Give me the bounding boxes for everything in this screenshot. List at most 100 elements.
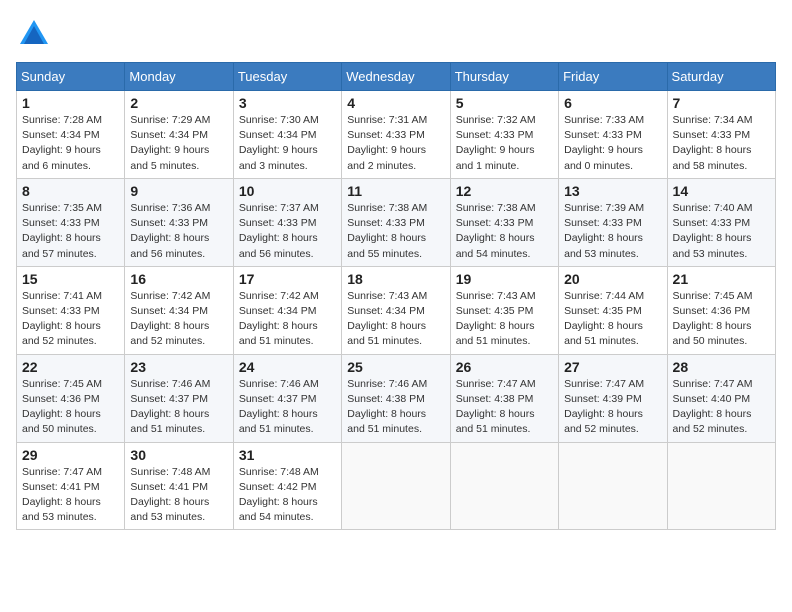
calendar-header-row: SundayMondayTuesdayWednesdayThursdayFrid… [17, 63, 776, 91]
day-number: 10 [239, 183, 336, 199]
calendar-cell: 24 Sunrise: 7:46 AMSunset: 4:37 PMDayligh… [233, 354, 341, 442]
page-container: SundayMondayTuesdayWednesdayThursdayFrid… [0, 0, 792, 540]
calendar-cell: 3 Sunrise: 7:30 AMSunset: 4:34 PMDaylight… [233, 91, 341, 179]
day-number: 14 [673, 183, 770, 199]
calendar-header-monday: Monday [125, 63, 233, 91]
calendar-table: SundayMondayTuesdayWednesdayThursdayFrid… [16, 62, 776, 530]
calendar-cell: 7 Sunrise: 7:34 AMSunset: 4:33 PMDaylight… [667, 91, 775, 179]
calendar-cell: 2 Sunrise: 7:29 AMSunset: 4:34 PMDaylight… [125, 91, 233, 179]
day-detail: Sunrise: 7:48 AMSunset: 4:41 PMDaylight:… [130, 465, 227, 526]
header [16, 16, 776, 52]
day-detail: Sunrise: 7:44 AMSunset: 4:35 PMDaylight:… [564, 289, 661, 350]
calendar-cell: 29 Sunrise: 7:47 AMSunset: 4:41 PMDayligh… [17, 442, 125, 530]
calendar-cell: 23 Sunrise: 7:46 AMSunset: 4:37 PMDayligh… [125, 354, 233, 442]
day-number: 1 [22, 95, 119, 111]
day-number: 28 [673, 359, 770, 375]
day-detail: Sunrise: 7:47 AMSunset: 4:41 PMDaylight:… [22, 465, 119, 526]
day-detail: Sunrise: 7:42 AMSunset: 4:34 PMDaylight:… [239, 289, 336, 350]
calendar-cell: 14 Sunrise: 7:40 AMSunset: 4:33 PMDayligh… [667, 178, 775, 266]
calendar-cell: 22 Sunrise: 7:45 AMSunset: 4:36 PMDayligh… [17, 354, 125, 442]
day-detail: Sunrise: 7:36 AMSunset: 4:33 PMDaylight:… [130, 201, 227, 262]
day-detail: Sunrise: 7:43 AMSunset: 4:34 PMDaylight:… [347, 289, 444, 350]
calendar-header-sunday: Sunday [17, 63, 125, 91]
calendar-header-thursday: Thursday [450, 63, 558, 91]
day-number: 8 [22, 183, 119, 199]
day-number: 24 [239, 359, 336, 375]
day-detail: Sunrise: 7:29 AMSunset: 4:34 PMDaylight:… [130, 113, 227, 174]
day-detail: Sunrise: 7:40 AMSunset: 4:33 PMDaylight:… [673, 201, 770, 262]
day-detail: Sunrise: 7:42 AMSunset: 4:34 PMDaylight:… [130, 289, 227, 350]
calendar-cell: 17 Sunrise: 7:42 AMSunset: 4:34 PMDayligh… [233, 266, 341, 354]
day-number: 27 [564, 359, 661, 375]
day-number: 7 [673, 95, 770, 111]
calendar-header-wednesday: Wednesday [342, 63, 450, 91]
calendar-cell [450, 442, 558, 530]
calendar-cell: 27 Sunrise: 7:47 AMSunset: 4:39 PMDayligh… [559, 354, 667, 442]
day-detail: Sunrise: 7:45 AMSunset: 4:36 PMDaylight:… [673, 289, 770, 350]
day-number: 5 [456, 95, 553, 111]
day-number: 15 [22, 271, 119, 287]
calendar-cell: 1 Sunrise: 7:28 AMSunset: 4:34 PMDaylight… [17, 91, 125, 179]
logo-icon [16, 16, 52, 52]
calendar-cell: 18 Sunrise: 7:43 AMSunset: 4:34 PMDayligh… [342, 266, 450, 354]
calendar-cell: 6Sunrise: 7:33 AMSunset: 4:33 PMDaylight… [559, 91, 667, 179]
day-detail: Sunrise: 7:37 AMSunset: 4:33 PMDaylight:… [239, 201, 336, 262]
day-detail: Sunrise: 7:38 AMSunset: 4:33 PMDaylight:… [456, 201, 553, 262]
calendar-week-1: 1 Sunrise: 7:28 AMSunset: 4:34 PMDaylight… [17, 91, 776, 179]
day-detail: Sunrise: 7:46 AMSunset: 4:37 PMDaylight:… [130, 377, 227, 438]
day-detail: Sunrise: 7:39 AMSunset: 4:33 PMDaylight:… [564, 201, 661, 262]
day-detail: Sunrise: 7:33 AMSunset: 4:33 PMDaylight:… [564, 113, 661, 174]
calendar-cell: 5 Sunrise: 7:32 AMSunset: 4:33 PMDaylight… [450, 91, 558, 179]
day-detail: Sunrise: 7:48 AMSunset: 4:42 PMDaylight:… [239, 465, 336, 526]
calendar-cell: 26 Sunrise: 7:47 AMSunset: 4:38 PMDayligh… [450, 354, 558, 442]
calendar-week-4: 22 Sunrise: 7:45 AMSunset: 4:36 PMDayligh… [17, 354, 776, 442]
calendar-cell: 9 Sunrise: 7:36 AMSunset: 4:33 PMDaylight… [125, 178, 233, 266]
logo [16, 16, 58, 52]
day-detail: Sunrise: 7:32 AMSunset: 4:33 PMDaylight:… [456, 113, 553, 174]
day-detail: Sunrise: 7:47 AMSunset: 4:39 PMDaylight:… [564, 377, 661, 438]
day-number: 23 [130, 359, 227, 375]
calendar-cell: 15 Sunrise: 7:41 AMSunset: 4:33 PMDayligh… [17, 266, 125, 354]
day-number: 26 [456, 359, 553, 375]
calendar-cell: 19Sunrise: 7:43 AMSunset: 4:35 PMDayligh… [450, 266, 558, 354]
day-number: 31 [239, 447, 336, 463]
calendar-week-5: 29 Sunrise: 7:47 AMSunset: 4:41 PMDayligh… [17, 442, 776, 530]
day-number: 12 [456, 183, 553, 199]
day-detail: Sunrise: 7:45 AMSunset: 4:36 PMDaylight:… [22, 377, 119, 438]
calendar-cell: 25Sunrise: 7:46 AMSunset: 4:38 PMDayligh… [342, 354, 450, 442]
calendar-week-3: 15 Sunrise: 7:41 AMSunset: 4:33 PMDayligh… [17, 266, 776, 354]
calendar-cell: 12 Sunrise: 7:38 AMSunset: 4:33 PMDayligh… [450, 178, 558, 266]
day-detail: Sunrise: 7:30 AMSunset: 4:34 PMDaylight:… [239, 113, 336, 174]
day-detail: Sunrise: 7:28 AMSunset: 4:34 PMDaylight:… [22, 113, 119, 174]
calendar-cell: 30 Sunrise: 7:48 AMSunset: 4:41 PMDayligh… [125, 442, 233, 530]
calendar-header-tuesday: Tuesday [233, 63, 341, 91]
day-number: 29 [22, 447, 119, 463]
day-number: 25 [347, 359, 444, 375]
day-number: 3 [239, 95, 336, 111]
calendar-cell: 8 Sunrise: 7:35 AMSunset: 4:33 PMDaylight… [17, 178, 125, 266]
calendar-cell: 20Sunrise: 7:44 AMSunset: 4:35 PMDayligh… [559, 266, 667, 354]
day-detail: Sunrise: 7:47 AMSunset: 4:38 PMDaylight:… [456, 377, 553, 438]
day-detail: Sunrise: 7:34 AMSunset: 4:33 PMDaylight:… [673, 113, 770, 174]
day-number: 18 [347, 271, 444, 287]
day-number: 2 [130, 95, 227, 111]
day-number: 9 [130, 183, 227, 199]
calendar-cell: 16 Sunrise: 7:42 AMSunset: 4:34 PMDayligh… [125, 266, 233, 354]
day-number: 30 [130, 447, 227, 463]
day-number: 13 [564, 183, 661, 199]
day-detail: Sunrise: 7:31 AMSunset: 4:33 PMDaylight:… [347, 113, 444, 174]
calendar-cell: 13 Sunrise: 7:39 AMSunset: 4:33 PMDayligh… [559, 178, 667, 266]
day-detail: Sunrise: 7:46 AMSunset: 4:37 PMDaylight:… [239, 377, 336, 438]
day-number: 22 [22, 359, 119, 375]
day-number: 17 [239, 271, 336, 287]
day-number: 11 [347, 183, 444, 199]
day-detail: Sunrise: 7:41 AMSunset: 4:33 PMDaylight:… [22, 289, 119, 350]
calendar-cell: 21 Sunrise: 7:45 AMSunset: 4:36 PMDayligh… [667, 266, 775, 354]
day-detail: Sunrise: 7:35 AMSunset: 4:33 PMDaylight:… [22, 201, 119, 262]
day-detail: Sunrise: 7:47 AMSunset: 4:40 PMDaylight:… [673, 377, 770, 438]
day-number: 21 [673, 271, 770, 287]
calendar-cell: 4Sunrise: 7:31 AMSunset: 4:33 PMDaylight… [342, 91, 450, 179]
day-number: 16 [130, 271, 227, 287]
calendar-cell [342, 442, 450, 530]
day-detail: Sunrise: 7:43 AMSunset: 4:35 PMDaylight:… [456, 289, 553, 350]
